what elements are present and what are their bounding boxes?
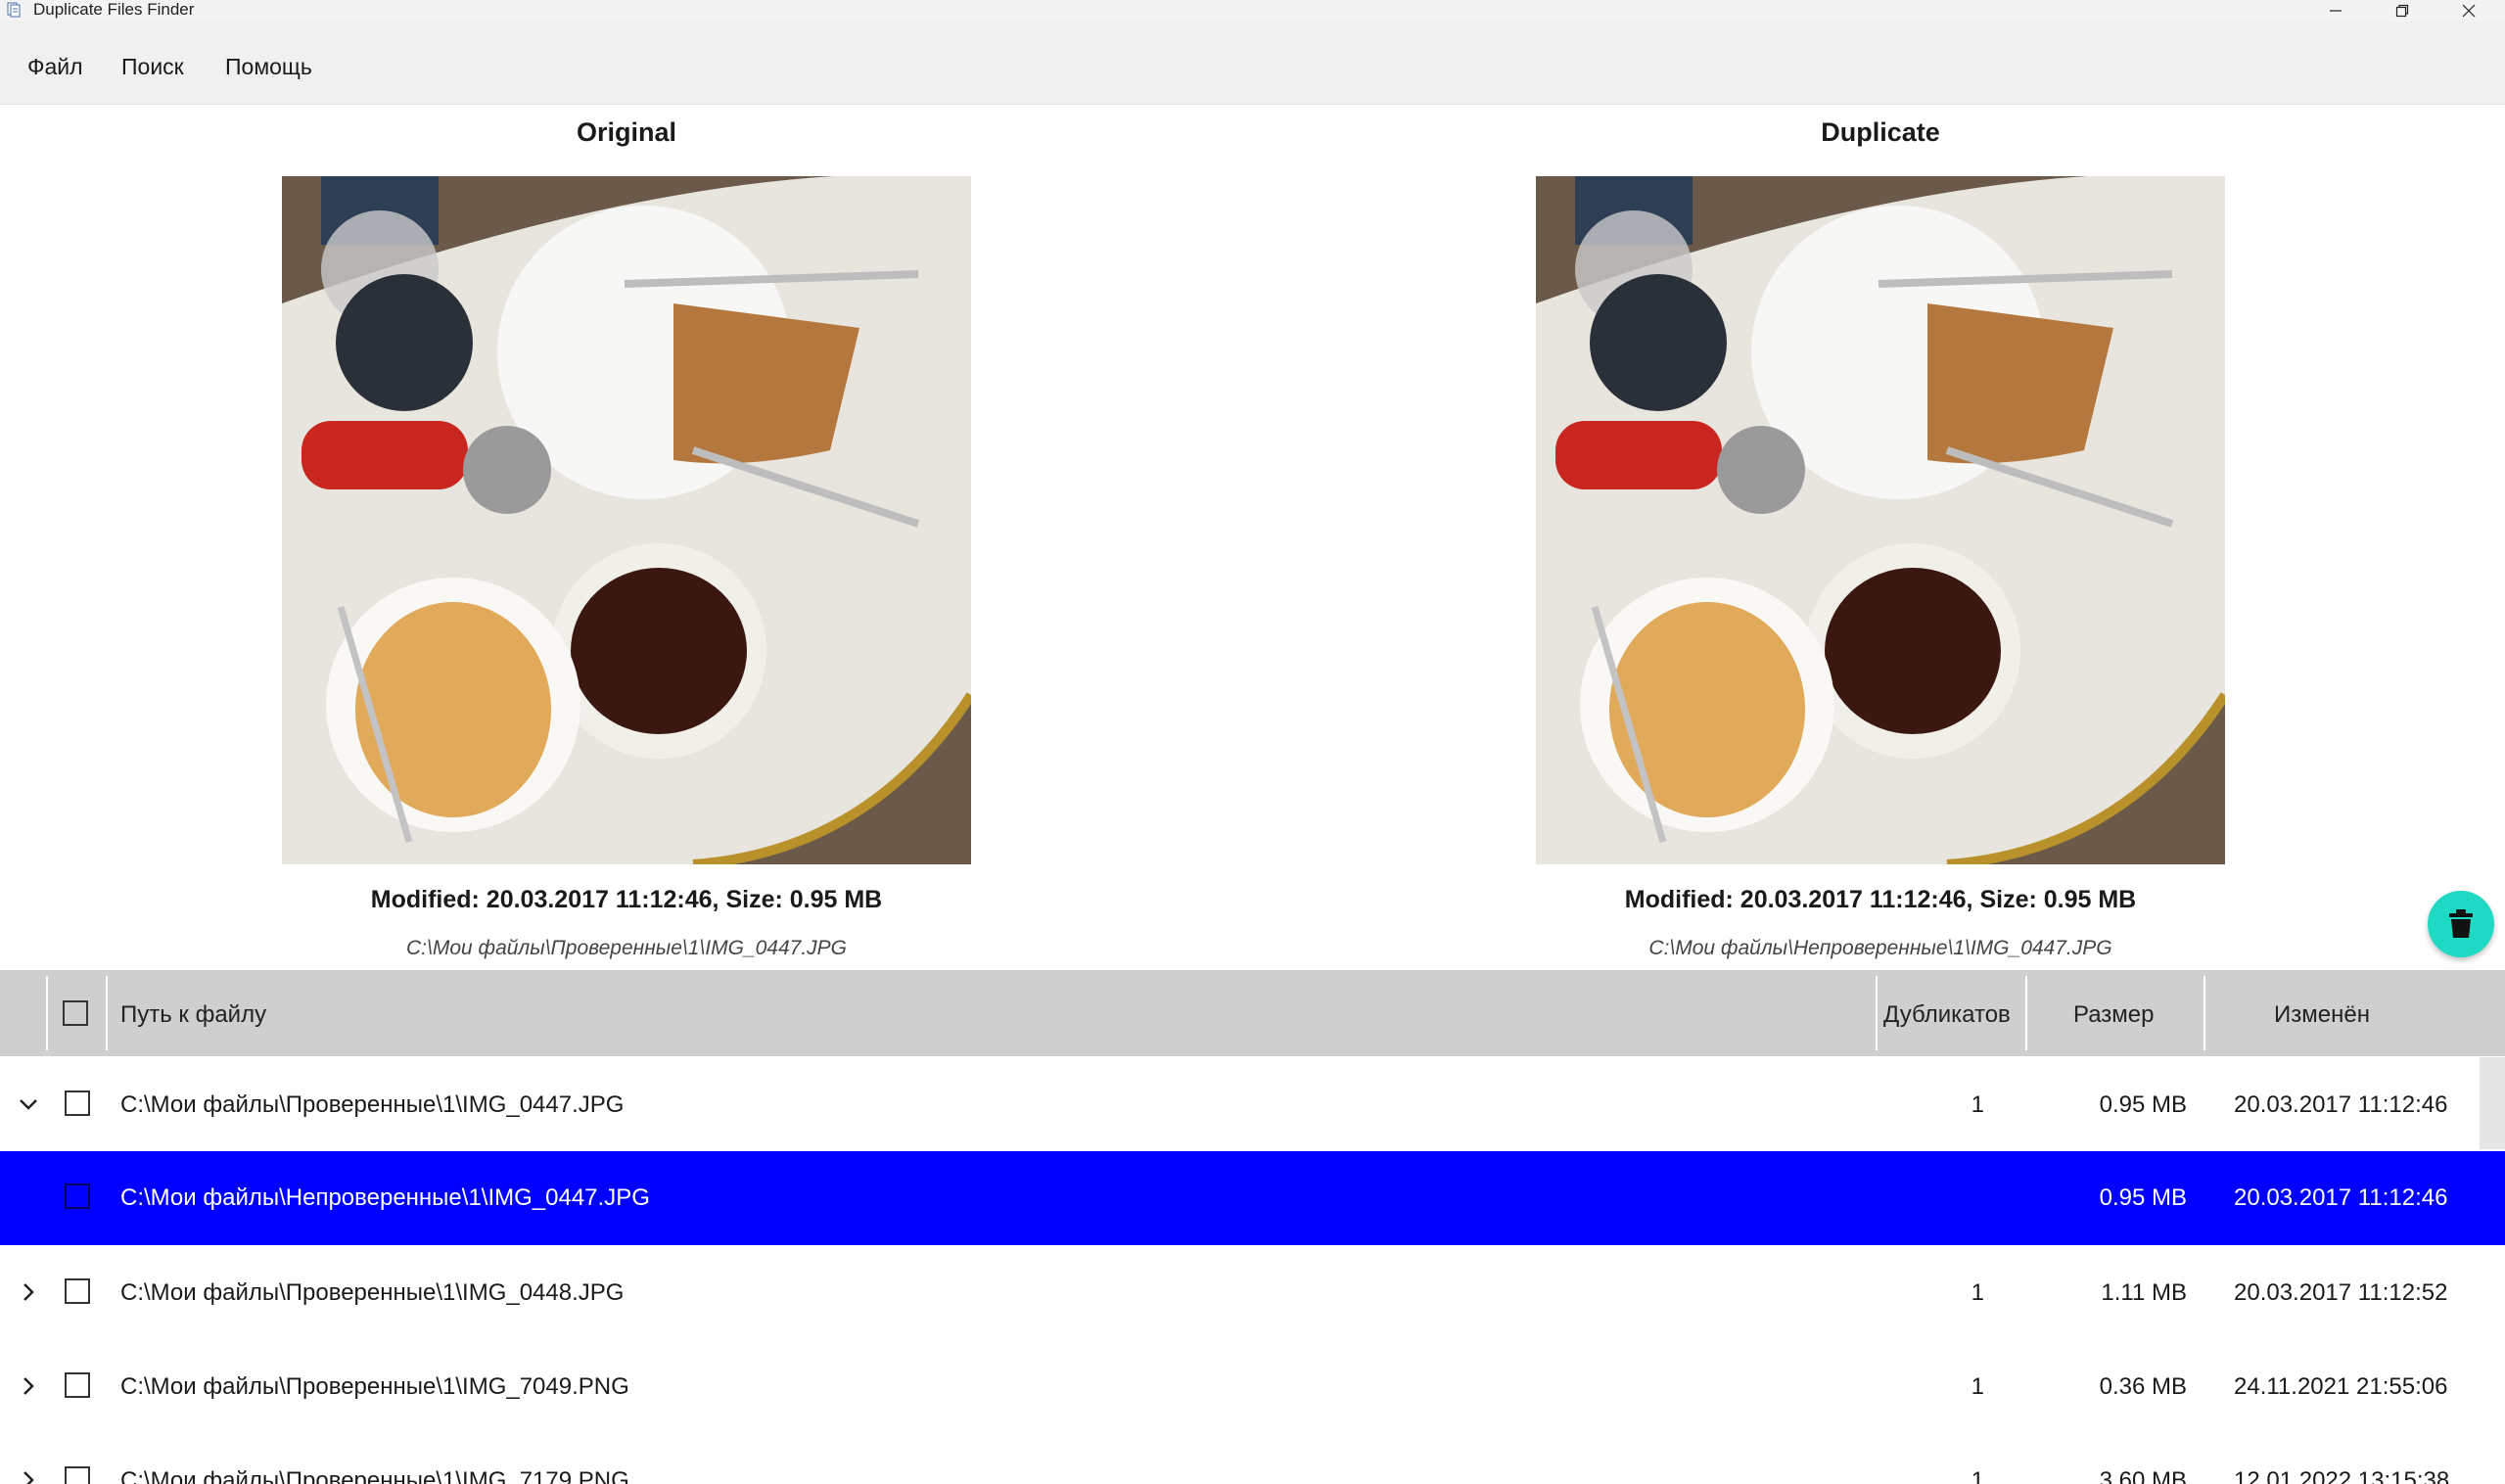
row-modified: 20.03.2017 11:12:46 bbox=[2234, 1091, 2448, 1118]
original-image[interactable] bbox=[282, 176, 971, 864]
restore-button[interactable] bbox=[2369, 0, 2435, 22]
scrollbar-thumb[interactable] bbox=[2480, 1057, 2505, 1149]
app-icon bbox=[7, 2, 21, 18]
menu-help[interactable]: Помощь bbox=[225, 22, 312, 104]
delete-button[interactable] bbox=[2428, 891, 2494, 957]
column-separator bbox=[2203, 976, 2205, 1050]
column-header-duplicates[interactable]: Дубликатов bbox=[1883, 970, 2011, 1056]
row-modified: 20.03.2017 11:12:52 bbox=[2234, 1279, 2448, 1306]
minimize-icon bbox=[2330, 10, 2342, 12]
row-size: 0.95 MB bbox=[2099, 1091, 2187, 1118]
row-path: C:\Мои файлы\Проверенные\1\IMG_0447.JPG bbox=[120, 1091, 625, 1118]
original-heading: Original bbox=[576, 117, 676, 147]
column-separator bbox=[2025, 976, 2027, 1050]
row-size: 0.36 MB bbox=[2099, 1373, 2187, 1400]
menu-bar: Файл Поиск Помощь bbox=[0, 22, 2505, 105]
row-path: C:\Мои файлы\Непроверенные\1\IMG_0447.JP… bbox=[120, 1184, 650, 1211]
row-checkbox[interactable] bbox=[65, 1183, 90, 1209]
duplicate-meta: Modified: 20.03.2017 11:12:46, Size: 0.9… bbox=[1624, 886, 2137, 913]
column-header-modified[interactable]: Изменён bbox=[2274, 970, 2370, 1056]
row-checkbox[interactable] bbox=[65, 1466, 90, 1484]
row-modified: 20.03.2017 11:12:46 bbox=[2234, 1184, 2448, 1211]
title-bar: Duplicate Files Finder bbox=[0, 0, 2505, 22]
chevron-down-icon[interactable] bbox=[16, 1091, 41, 1117]
menu-search[interactable]: Поиск bbox=[121, 22, 184, 104]
row-path: C:\Мои файлы\Проверенные\1\IMG_7049.PNG bbox=[120, 1373, 629, 1400]
column-separator bbox=[46, 976, 48, 1050]
row-modified: 24.11.2021 21:55:06 bbox=[2234, 1373, 2448, 1400]
row-checkbox[interactable] bbox=[65, 1372, 90, 1398]
row-path: C:\Мои файлы\Проверенные\1\IMG_7179.PNG bbox=[120, 1467, 629, 1484]
table-row[interactable]: C:\Мои файлы\Проверенные\1\IMG_0447.JPG … bbox=[0, 1058, 2505, 1152]
table-row[interactable]: C:\Мои файлы\Проверенные\1\IMG_7049.PNG … bbox=[0, 1340, 2505, 1434]
trash-icon bbox=[2449, 909, 2473, 938]
table-row[interactable]: C:\Мои файлы\Проверенные\1\IMG_0448.JPG … bbox=[0, 1246, 2505, 1340]
row-size: 1.11 MB bbox=[2101, 1279, 2187, 1306]
row-modified: 12.01.2022 13:15:38 bbox=[2234, 1467, 2450, 1484]
chevron-right-icon[interactable] bbox=[16, 1467, 41, 1484]
row-duplicates: 1 bbox=[1971, 1467, 1984, 1484]
column-header-path[interactable]: Путь к файлу bbox=[120, 970, 266, 1056]
row-size: 3.60 MB bbox=[2099, 1467, 2187, 1484]
minimize-button[interactable] bbox=[2302, 0, 2369, 22]
column-separator bbox=[1876, 976, 1878, 1050]
select-all-checkbox[interactable] bbox=[63, 1000, 88, 1026]
original-path: C:\Мои файлы\Проверенные\1\IMG_0447.JPG bbox=[406, 937, 847, 959]
duplicate-image[interactable] bbox=[1536, 176, 2225, 864]
row-duplicates: 1 bbox=[1971, 1091, 1984, 1118]
food-photo-image bbox=[282, 176, 971, 864]
row-checkbox[interactable] bbox=[65, 1278, 90, 1304]
table-row[interactable]: C:\Мои файлы\Проверенные\1\IMG_7179.PNG … bbox=[0, 1434, 2505, 1484]
menu-file[interactable]: Файл bbox=[27, 22, 83, 104]
close-button[interactable] bbox=[2435, 0, 2502, 22]
duplicate-heading: Duplicate bbox=[1821, 117, 1940, 147]
food-photo-image bbox=[1536, 176, 2225, 864]
chevron-right-icon[interactable] bbox=[16, 1279, 41, 1305]
table-row-selected[interactable]: C:\Мои файлы\Непроверенные\1\IMG_0447.JP… bbox=[0, 1151, 2505, 1245]
row-duplicates: 1 bbox=[1971, 1279, 1984, 1306]
row-checkbox[interactable] bbox=[65, 1090, 90, 1116]
table-header: Путь к файлу Дубликатов Размер Изменён bbox=[0, 970, 2505, 1056]
original-meta: Modified: 20.03.2017 11:12:46, Size: 0.9… bbox=[370, 886, 883, 913]
row-duplicates: 1 bbox=[1971, 1373, 1984, 1400]
restore-icon bbox=[2395, 4, 2409, 18]
duplicate-path: C:\Мои файлы\Непроверенные\1\IMG_0447.JP… bbox=[1648, 937, 2112, 959]
window-title: Duplicate Files Finder bbox=[33, 0, 195, 19]
close-icon bbox=[2462, 4, 2476, 18]
chevron-right-icon[interactable] bbox=[16, 1373, 41, 1399]
column-separator bbox=[106, 976, 108, 1050]
row-size: 0.95 MB bbox=[2099, 1184, 2187, 1211]
column-header-size[interactable]: Размер bbox=[2073, 970, 2155, 1056]
row-path: C:\Мои файлы\Проверенные\1\IMG_0448.JPG bbox=[120, 1279, 625, 1306]
